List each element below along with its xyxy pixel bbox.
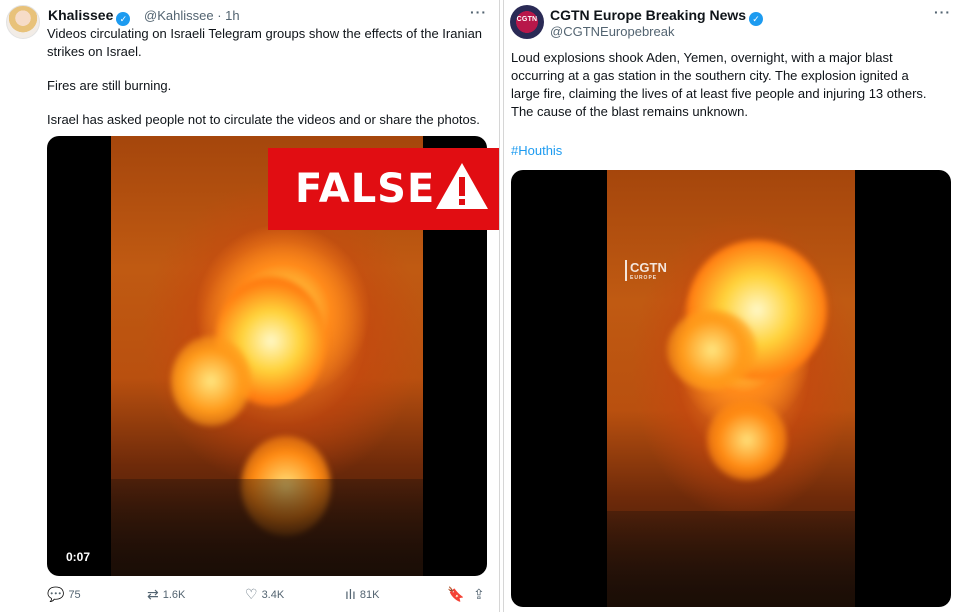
author-name-text: CGTN Europe Breaking News xyxy=(550,7,747,23)
video-duration: 0:07 xyxy=(61,548,96,566)
reply-icon: 💬 xyxy=(47,586,65,602)
cgtn-watermark: CGTN EUROPE xyxy=(625,260,667,281)
views-icon: ılı xyxy=(345,586,356,602)
repost-button[interactable]: ⇄ 1.6K xyxy=(147,586,185,603)
author-handle-row: @Kahlissee · 1h xyxy=(144,8,240,23)
views-count: 81K xyxy=(359,589,380,601)
author-avatar[interactable]: CGTN xyxy=(510,5,544,39)
watermark-subtext: EUROPE xyxy=(630,275,658,281)
avatar-logo-text: CGTN xyxy=(516,16,538,23)
hashtag-link[interactable]: #Houthis xyxy=(511,143,562,158)
repost-icon: ⇄ xyxy=(147,586,159,602)
share-icon: ⇪ xyxy=(473,586,485,602)
tweet-video[interactable]: CGTN EUROPE xyxy=(511,170,951,607)
reply-button[interactable]: 💬 75 xyxy=(47,586,81,603)
tweet-text-line-2: occurring at a gas station in the southe… xyxy=(511,68,909,83)
like-count: 3.4K xyxy=(261,589,285,601)
tweet-text-line-2: strikes on Israel. xyxy=(47,44,142,59)
ground-shadow xyxy=(607,510,855,607)
left-tweet: Khalissee ✓ @Kahlissee · 1h ··· Videos ci… xyxy=(0,0,502,612)
warning-icon xyxy=(436,163,488,209)
separator: · xyxy=(217,8,222,23)
more-options-icon[interactable]: ··· xyxy=(470,4,487,20)
tweet-text-line-4: The cause of the blast remains unknown. xyxy=(511,104,749,119)
reply-count: 75 xyxy=(68,589,81,601)
like-icon: ♡ xyxy=(245,586,258,602)
false-label-banner: FALSE xyxy=(268,148,500,230)
bookmark-button[interactable]: 🔖 xyxy=(447,586,468,603)
author-name[interactable]: Khalissee ✓ xyxy=(48,7,131,26)
explosion-flame xyxy=(667,310,757,390)
author-handle[interactable]: @CGTNEuropebreak xyxy=(550,24,674,39)
verified-icon: ✓ xyxy=(116,12,131,26)
share-button[interactable]: ⇪ xyxy=(473,586,489,603)
false-label: FALSE xyxy=(295,166,436,212)
ground-shadow xyxy=(111,479,423,576)
views-button[interactable]: ılı 81K xyxy=(345,586,379,602)
author-avatar[interactable] xyxy=(6,5,40,39)
watermark-text: CGTN xyxy=(630,260,667,275)
like-button[interactable]: ♡ 3.4K xyxy=(245,586,284,603)
author-name-text: Khalissee xyxy=(48,7,114,23)
tweet-text-line-1: Videos circulating on Israeli Telegram g… xyxy=(47,26,483,41)
video-frame: CGTN EUROPE xyxy=(607,170,855,607)
tweet-text-line-4: Israel has asked people not to circulate… xyxy=(47,112,480,127)
repost-count: 1.6K xyxy=(162,589,186,601)
ground-fire xyxy=(707,400,787,480)
author-handle[interactable]: @Kahlissee xyxy=(144,8,214,23)
tweet-time[interactable]: 1h xyxy=(225,8,239,23)
tweet-text-line-3: Fires are still burning. xyxy=(47,78,172,93)
more-options-icon[interactable]: ··· xyxy=(934,4,951,20)
verified-icon: ✓ xyxy=(749,12,764,26)
explosion-flame xyxy=(171,336,251,426)
tweet-text-line-1: Loud explosions shook Aden, Yemen, overn… xyxy=(511,50,893,65)
tweet-actions: 💬 75 ⇄ 1.6K ♡ 3.4K ılı 81K 🔖 ⇪ xyxy=(47,586,493,606)
tweet-text-line-3: large fire, claiming the lives of at lea… xyxy=(511,86,927,101)
bookmark-icon: 🔖 xyxy=(447,586,465,602)
